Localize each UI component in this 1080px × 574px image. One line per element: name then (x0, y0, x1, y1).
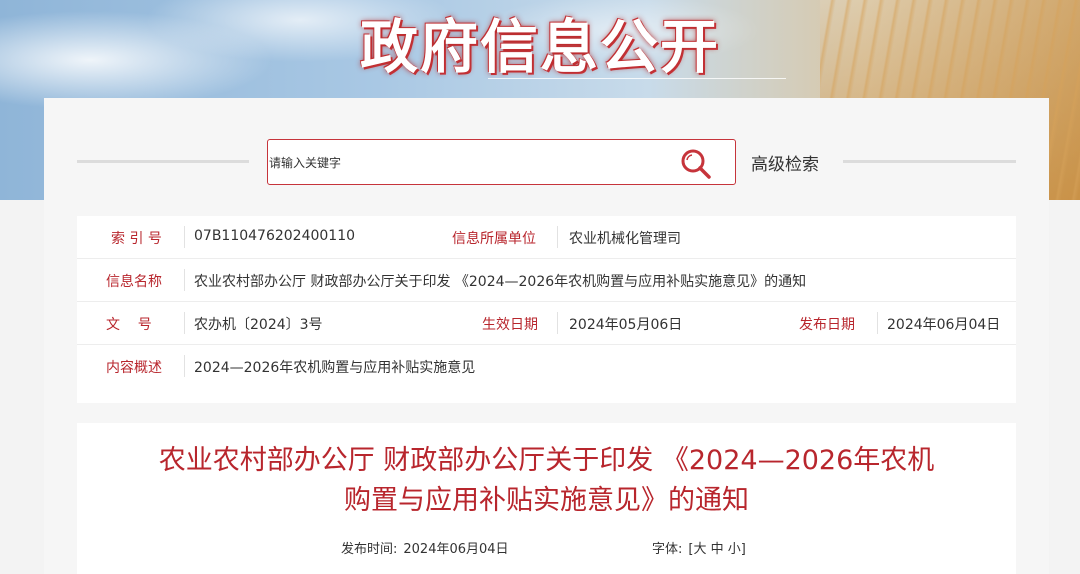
summary-label: 内容概述 (106, 360, 162, 376)
font-small-button[interactable]: 小 (728, 542, 741, 557)
info-row: 索 引 号 07B110476202400110 信息所属单位 农业机械化管理司 (77, 216, 1016, 259)
org-label: 信息所属单位 (452, 231, 536, 247)
search-input[interactable] (269, 152, 669, 174)
published-date-label: 发布日期 (799, 317, 855, 333)
search-box (267, 139, 736, 185)
article-panel: 农业农村部办公厅 财政部办公厅关于印发 《2024—2026年农机 购置与应用补… (77, 423, 1016, 574)
article-title: 农业农村部办公厅 财政部办公厅关于印发 《2024—2026年农机 购置与应用补… (117, 441, 976, 521)
font-medium-button[interactable]: 中 (711, 542, 724, 557)
info-row: 文 号 农办机〔2024〕3号 生效日期 2024年05月06日 发布日期 20… (77, 302, 1016, 345)
advanced-search-link[interactable]: 高级检索 (751, 150, 819, 175)
info-table: 索 引 号 07B110476202400110 信息所属单位 农业机械化管理司… (77, 216, 1016, 403)
bracket-close: ] (740, 542, 746, 557)
separator (557, 312, 558, 334)
doc-no-value: 农办机〔2024〕3号 (194, 317, 323, 333)
search-row: 高级检索 (44, 138, 1049, 186)
info-row: 内容概述 2024—2026年农机购置与应用补贴实施意见 (77, 345, 1016, 388)
published-date-value: 2024年06月04日 (887, 317, 1001, 333)
index-no-value: 07B110476202400110 (194, 228, 356, 244)
publish-time-value: 2024年06月04日 (403, 542, 509, 557)
separator (184, 269, 185, 291)
main-content: 高级检索 索 引 号 07B110476202400110 信息所属单位 农业机… (44, 98, 1049, 574)
separator (184, 312, 185, 334)
effective-date-value: 2024年05月06日 (569, 317, 683, 333)
org-value: 农业机械化管理司 (569, 231, 681, 247)
separator (557, 226, 558, 248)
separator (184, 355, 185, 377)
divider-right (843, 160, 1016, 163)
article-title-line: 农业农村部办公厅 财政部办公厅关于印发 《2024—2026年农机 (158, 445, 935, 476)
search-icon[interactable] (678, 146, 714, 182)
index-no-label: 索 引 号 (111, 231, 162, 247)
name-label: 信息名称 (106, 274, 162, 290)
doc-no-label: 文 号 (106, 317, 152, 333)
article-title-line: 购置与应用补贴实施意见》的通知 (344, 485, 749, 516)
name-value: 农业农村部办公厅 财政部办公厅关于印发 《2024—2026年农机购置与应用补贴… (194, 274, 807, 290)
publish-time: 发布时间: 2024年06月04日 (341, 538, 509, 557)
summary-value: 2024—2026年农机购置与应用补贴实施意见 (194, 360, 476, 376)
info-row: 信息名称 农业农村部办公厅 财政部办公厅关于印发 《2024—2026年农机购置… (77, 259, 1016, 302)
banner-title: 政府信息公开 (359, 13, 720, 81)
font-size-label: 字体: (652, 542, 683, 557)
separator (184, 226, 185, 248)
divider-left (77, 160, 249, 163)
publish-time-label: 发布时间: (341, 542, 398, 557)
font-size-control: 字体: [大 中 小] (652, 538, 746, 557)
font-large-button[interactable]: 大 (693, 542, 706, 557)
effective-date-label: 生效日期 (482, 317, 538, 333)
separator (877, 312, 878, 334)
banner-underline (488, 78, 786, 79)
